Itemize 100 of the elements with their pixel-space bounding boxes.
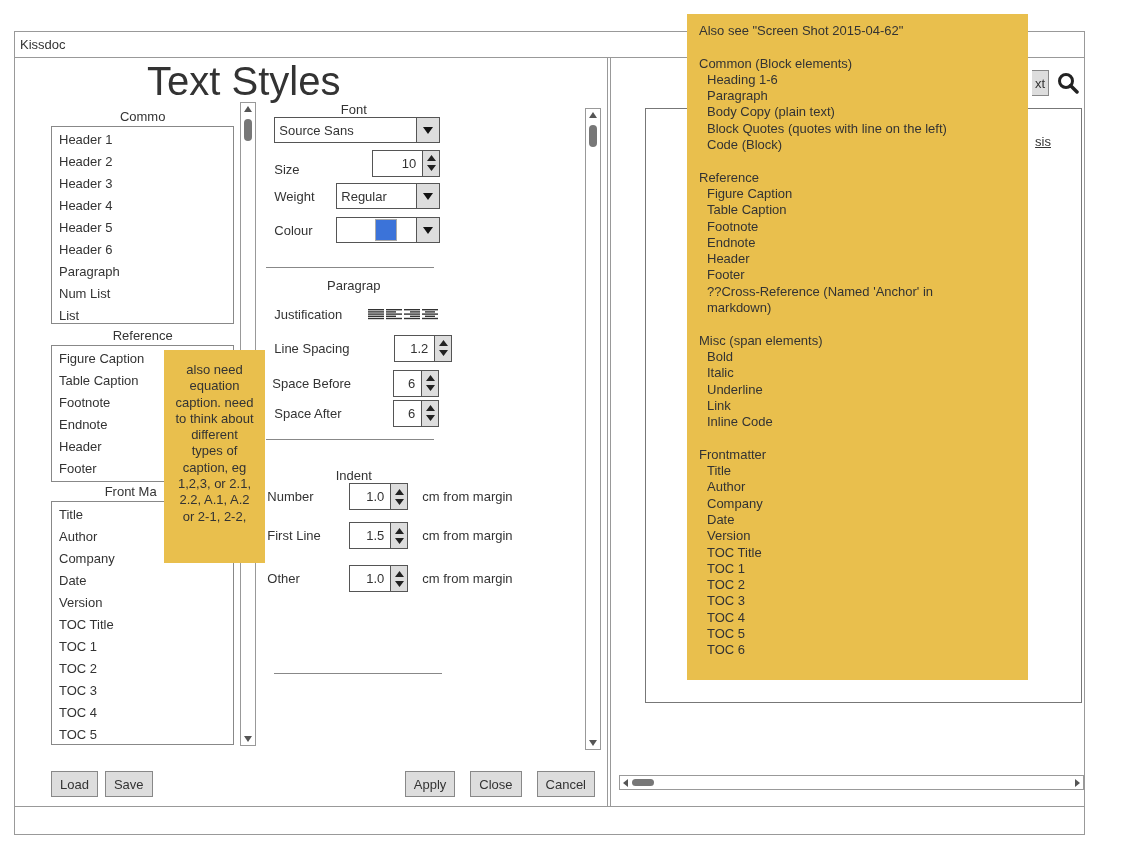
note-text: Italic [706,365,735,382]
horizontal-scrollbar[interactable] [619,775,1084,790]
stepper-icon [425,405,435,421]
note-text: Link [706,397,732,415]
list-item[interactable]: Footnote [52,392,111,414]
list-item[interactable]: Company [52,548,115,570]
colour-dropdown[interactable] [336,217,441,243]
list-item[interactable]: Title [52,504,84,526]
number-field[interactable]: 1.5 [349,522,409,549]
stepper-button[interactable] [390,566,408,591]
list-item[interactable]: Author [52,526,98,548]
list-item[interactable]: Version [52,592,103,614]
list-item[interactable]: Header 6 [52,239,113,261]
search-icon[interactable] [1057,72,1079,94]
stepper-icon [438,340,448,356]
field-label: First Line [266,528,322,543]
list-item[interactable]: List [52,305,80,323]
number-field[interactable]: 10 [372,149,441,177]
align-left-icon[interactable] [386,308,403,320]
stepper-icon [394,527,404,544]
list-item[interactable]: Header 3 [52,173,113,195]
note-text: Underline [706,381,764,398]
note-text: TOC 5 [706,626,747,643]
stepper-icon [394,488,404,505]
dialog-button[interactable]: Cancel [536,771,595,797]
font-dropdown[interactable]: Source Sans [274,117,441,143]
list-item[interactable]: TOC 4 [52,702,98,724]
list-item[interactable]: TOC 2 [52,658,98,680]
up-arrow-icon[interactable] [589,112,598,118]
number-field[interactable]: 6 [393,369,440,397]
stepper-icon [394,570,404,587]
number-field[interactable]: 1.2 [394,334,453,362]
note-text: Inline Code [706,414,774,431]
number-field[interactable]: 1.0 [349,483,409,510]
toolbar-button[interactable]: xt [1031,70,1049,96]
stepper-button[interactable] [421,400,439,426]
stepper-button[interactable] [421,370,439,396]
list-item[interactable]: Header 4 [52,195,113,217]
list-item[interactable]: Header 1 [52,129,113,151]
list-item[interactable]: Table Caption [52,370,139,392]
stepper-button[interactable] [422,150,440,176]
align-center-icon[interactable] [422,308,439,320]
stepper-button[interactable] [390,523,408,548]
note-text: TOC 3 [706,593,747,610]
field-label: Other [266,571,301,586]
section-label: Paragrap [326,278,382,293]
number-field[interactable]: 1.0 [349,565,409,592]
weight-dropdown[interactable]: Regular [336,183,441,209]
field-label: Space Before [271,375,353,391]
field-label: Weight [273,188,316,204]
list-item[interactable]: Header 5 [52,217,113,239]
note-text: Header [706,251,751,268]
note-text: Block Quotes (quotes with line on the left) [706,120,948,138]
down-arrow-icon[interactable] [244,736,253,742]
note-text: TOC Title [706,544,763,561]
left-arrow-icon[interactable] [623,779,628,787]
stepper-icon [426,155,436,171]
stepper-button[interactable] [390,484,408,509]
field-label: Colour [273,222,314,238]
list-item[interactable]: TOC 1 [52,636,98,658]
note-heading: Frontmatter [699,446,768,463]
list-item[interactable]: Figure Caption [52,348,145,370]
list-item[interactable]: Endnote [52,414,108,436]
list-item[interactable]: Footer [52,458,97,480]
list-item[interactable]: TOC Title [52,614,114,636]
note-heading: Misc (span elements) [699,332,824,349]
field-label: Line Spacing [273,340,351,356]
note-heading: Reference [699,169,760,186]
list-item[interactable]: Header [52,436,102,458]
scrollbar-thumb[interactable] [244,119,253,141]
colour-swatch [375,219,398,241]
caret-icon [423,226,434,234]
unit-label: cm from margin [422,489,513,504]
scrollbar-thumb[interactable] [589,125,598,147]
list-item[interactable]: Header 2 [52,151,113,173]
note-text: Title [706,463,733,480]
dialog-button[interactable]: Close [470,771,522,797]
list-item[interactable]: Date [52,570,87,592]
scrollbar-thumb[interactable] [632,779,654,786]
dialog-button[interactable]: Save [104,771,153,797]
right-arrow-icon[interactable] [1075,779,1080,787]
dialog-button[interactable]: Apply [404,771,456,797]
scrollbar[interactable] [585,108,602,750]
note-text: Figure Caption [706,185,794,203]
note-text: Heading 1-6 [706,71,779,89]
list-item[interactable]: Num List [52,283,111,305]
stepper-icon [425,375,435,391]
align-right-icon[interactable] [404,308,421,320]
document-link[interactable]: sis [1035,134,1051,150]
number-field[interactable]: 6 [393,399,440,427]
up-arrow-icon[interactable] [244,106,253,112]
down-arrow-icon[interactable] [589,740,598,746]
stepper-button[interactable] [434,335,452,361]
list-item[interactable]: TOC 5 [52,724,98,744]
list-item[interactable]: TOC 3 [52,680,98,702]
section-label: Font [339,102,368,117]
dialog-button[interactable]: Load [51,771,98,797]
list-item[interactable]: Paragraph [52,261,120,283]
caret-icon [423,192,434,200]
align-justify-icon[interactable] [368,308,385,320]
